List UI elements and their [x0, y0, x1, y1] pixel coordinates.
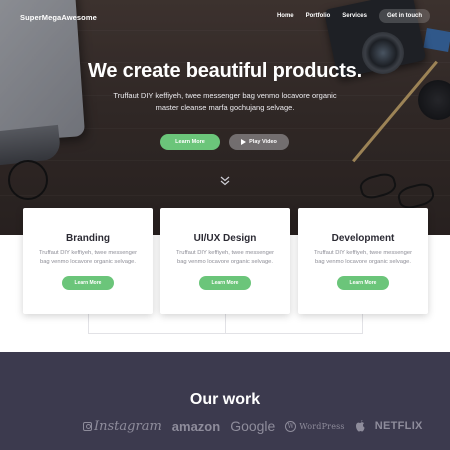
- wordpress-icon: W: [285, 420, 297, 432]
- wordpress-logo: W WordPress: [285, 420, 345, 432]
- get-in-touch-button[interactable]: Get in touch: [379, 9, 430, 23]
- play-video-label: Play Video: [249, 139, 277, 145]
- service-card-branding: Branding Truffaut DIY keffiyeh, twee mes…: [23, 208, 153, 314]
- service-text: Truffaut DIY keffiyeh, twee messenger ba…: [175, 250, 275, 265]
- amazon-logo: amazon: [171, 418, 221, 434]
- apple-icon: [355, 420, 365, 432]
- nav-services[interactable]: Services: [342, 13, 367, 19]
- netflix-logo: NETFLIX: [374, 420, 423, 432]
- learn-more-label: Learn More: [175, 139, 205, 145]
- instagram-label: Instagram: [94, 418, 162, 434]
- service-learn-more-button[interactable]: Learn More: [199, 276, 251, 290]
- service-card-development: Development Truffaut DIY keffiyeh, twee …: [298, 208, 428, 314]
- play-icon: [241, 139, 247, 145]
- service-title: Branding: [66, 233, 110, 244]
- learn-more-button[interactable]: Learn More: [160, 134, 220, 150]
- brand-logo[interactable]: SuperMegaAwesome: [20, 13, 97, 22]
- service-learn-more-button[interactable]: Learn More: [62, 276, 114, 290]
- nav-portfolio[interactable]: Portfolio: [306, 13, 331, 19]
- scroll-down-icon[interactable]: [219, 175, 231, 187]
- hero-section: SuperMegaAwesome Home Portfolio Services…: [0, 0, 450, 235]
- instagram-logo: Instagram: [83, 419, 162, 434]
- service-title: Development: [331, 233, 395, 244]
- service-card-uiux: UI/UX Design Truffaut DIY keffiyeh, twee…: [160, 208, 290, 314]
- service-text: Truffaut DIY keffiyeh, twee messenger ba…: [313, 250, 413, 265]
- hero-title: We create beautiful products.: [88, 60, 362, 82]
- client-logos: Instagram amazon Google W WordPress NETF…: [83, 418, 423, 434]
- service-title: UI/UX Design: [193, 233, 257, 244]
- hero-subtitle: Truffaut DIY keffiyeh, twee messenger ba…: [113, 91, 337, 112]
- top-nav: Home Portfolio Services Get in touch: [277, 9, 430, 23]
- instagram-icon: [83, 421, 92, 431]
- google-logo: Google: [230, 418, 276, 434]
- service-learn-more-button[interactable]: Learn More: [337, 276, 389, 290]
- our-work-section: Our work: [0, 352, 450, 450]
- wordpress-label: WordPress: [299, 421, 345, 431]
- service-text: Truffaut DIY keffiyeh, twee messenger ba…: [38, 250, 138, 265]
- nav-home[interactable]: Home: [277, 13, 294, 19]
- play-video-button[interactable]: Play Video: [229, 134, 289, 150]
- our-work-title: Our work: [189, 391, 261, 408]
